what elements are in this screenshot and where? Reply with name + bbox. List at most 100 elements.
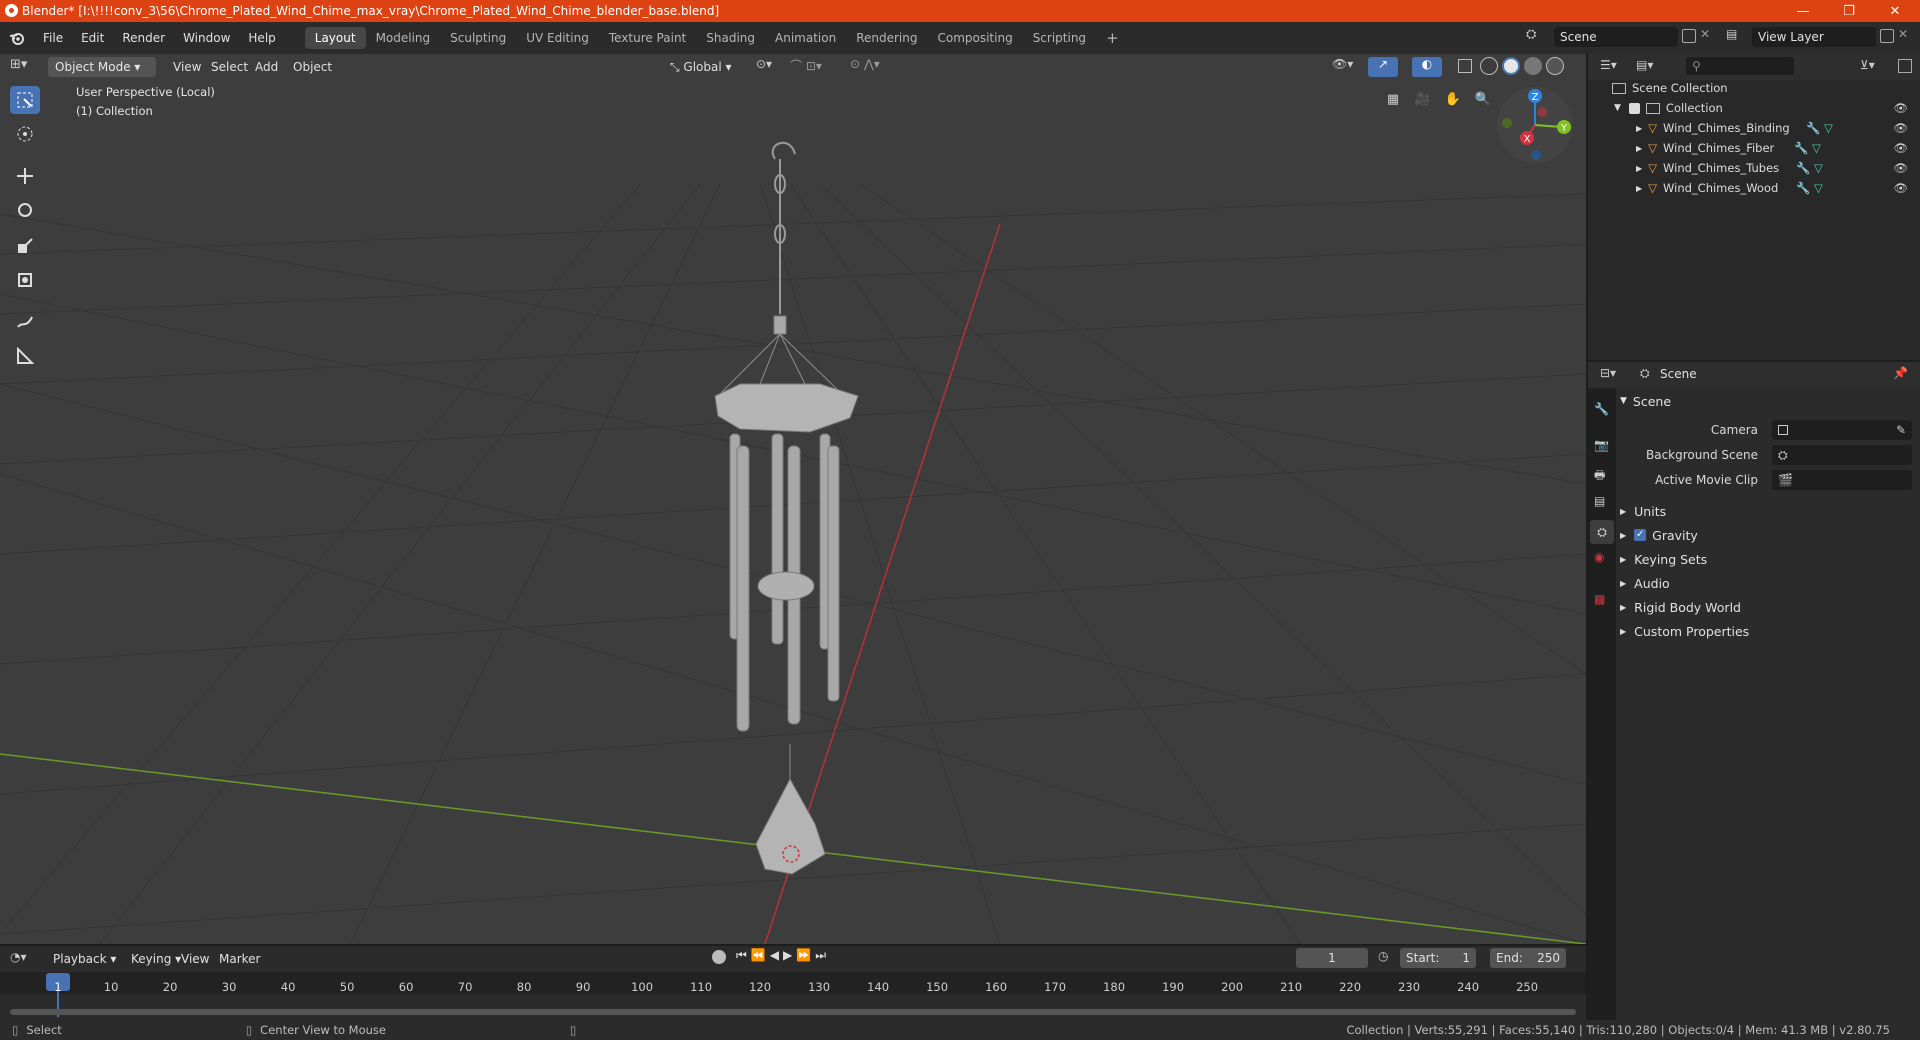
tab-compositing[interactable]: Compositing [927, 27, 1022, 49]
custom-properties-panel-header[interactable]: ▶ Custom Properties [1620, 620, 1916, 642]
modifier-icon[interactable]: 🔧 [1794, 141, 1808, 155]
tab-rendering[interactable]: Rendering [846, 27, 927, 49]
rigid-body-world-panel-header[interactable]: ▶ Rigid Body World [1620, 596, 1916, 618]
units-panel-header[interactable]: ▶ Units [1620, 500, 1916, 522]
outliner-scene-collection[interactable]: Scene Collection [1588, 78, 1920, 98]
cursor-tool-icon[interactable] [10, 120, 40, 148]
properties-editor-type-icon[interactable]: ⊟▾ [1600, 366, 1616, 380]
jump-keyframe-forward-icon[interactable]: ⏩ [796, 948, 815, 962]
toggle-grid-icon[interactable]: ▦ [1382, 88, 1404, 110]
rotate-tool-icon[interactable] [10, 196, 40, 224]
navigation-gizmo[interactable]: Z Y X [1492, 82, 1576, 168]
move-tool-icon[interactable] [10, 162, 40, 190]
pin-icon[interactable]: 📌 [1893, 366, 1908, 380]
zoom-view-icon[interactable]: 🔍 [1472, 88, 1494, 110]
outliner-collection[interactable]: ▼ Collection 👁 [1588, 98, 1920, 118]
transform-orientation-selector[interactable]: ⤡ Global ▾ [670, 57, 746, 77]
collection-visibility-icon[interactable]: 👁 [1893, 101, 1908, 115]
view-layer-tab-icon[interactable]: ▤ [1594, 494, 1605, 508]
gizmo-toggle-icon[interactable]: ↗ [1368, 57, 1398, 77]
camera-field[interactable]: ✎ [1772, 420, 1912, 440]
xray-toggle-icon[interactable] [1458, 59, 1472, 73]
tab-shading[interactable]: Shading [696, 27, 765, 49]
menu-render[interactable]: Render [113, 27, 174, 49]
timeline-editor-type-icon[interactable]: ◔▾ [10, 950, 27, 964]
editor-type-icon[interactable]: ⊞▾ [10, 57, 40, 77]
mesh-data-icon[interactable]: ▽ [1814, 181, 1823, 195]
scene-panel-header[interactable]: ▼ Scene [1620, 390, 1916, 412]
tab-texture-paint[interactable]: Texture Paint [599, 27, 696, 49]
delete-scene-icon[interactable]: ✕ [1700, 27, 1710, 41]
background-scene-field[interactable]: ⛭ [1772, 445, 1912, 465]
outliner-editor-type-icon[interactable]: ☰▾ [1600, 58, 1617, 72]
jump-start-icon[interactable]: ⏮ [736, 948, 751, 962]
tab-animation[interactable]: Animation [765, 27, 846, 49]
expand-arrow-icon[interactable]: ▶ [1636, 124, 1642, 133]
gravity-checkbox[interactable]: ✓ [1634, 529, 1647, 541]
tab-modeling[interactable]: Modeling [366, 27, 441, 49]
tab-layout[interactable]: Layout [304, 27, 366, 49]
wireframe-shading-icon[interactable] [1480, 57, 1498, 75]
expand-arrow-icon[interactable]: ▶ [1636, 144, 1642, 153]
jump-end-icon[interactable]: ⏭ [815, 948, 830, 962]
texture-tab-icon[interactable]: ▩ [1594, 592, 1605, 606]
clock-icon[interactable]: ◷ [1378, 949, 1388, 963]
start-frame-field[interactable]: Start: 1 [1400, 948, 1476, 968]
material-shading-icon[interactable] [1524, 57, 1542, 75]
tab-uv-editing[interactable]: UV Editing [516, 27, 599, 49]
viewport-menu-object[interactable]: Object [284, 56, 341, 78]
display-mode-icon[interactable]: ▤▾ [1636, 58, 1653, 72]
3d-viewport[interactable] [0, 54, 1586, 944]
jump-keyframe-back-icon[interactable]: ⏪ [751, 948, 770, 962]
new-collection-icon[interactable] [1898, 59, 1912, 73]
modifier-icon[interactable]: 🔧 [1796, 181, 1810, 195]
eyedropper-icon[interactable]: ✎ [1896, 420, 1906, 440]
viewport-menu-add[interactable]: Add [246, 56, 287, 78]
collapse-arrow-icon[interactable]: ▼ [1614, 103, 1621, 113]
mesh-data-icon[interactable]: ▽ [1814, 161, 1823, 175]
mode-selector[interactable]: Object Mode ▾ [48, 57, 156, 77]
transform-tool-icon[interactable] [10, 266, 40, 294]
overlays-toggle-icon[interactable]: ◐ [1412, 57, 1442, 77]
snap-icon[interactable]: ⌒ ⊡▾ [790, 57, 846, 74]
visibility-icon[interactable]: 👁 [1893, 141, 1908, 155]
timeline-menu-marker[interactable]: Marker [210, 948, 269, 970]
play-icon[interactable]: ▶ [783, 948, 796, 962]
scene-selector[interactable]: Scene [1554, 27, 1678, 47]
gravity-panel-header[interactable]: ▶ ✓ Gravity [1620, 524, 1916, 546]
minimize-button[interactable]: — [1780, 0, 1826, 22]
outliner-item[interactable]: ▶ ▽ Wind_Chimes_Tubes 🔧 ▽ 👁 [1588, 158, 1920, 178]
expand-arrow-icon[interactable]: ▶ [1636, 184, 1642, 193]
menu-edit[interactable]: Edit [72, 27, 113, 49]
delete-view-layer-icon[interactable]: ✕ [1898, 27, 1908, 41]
render-tab-icon[interactable]: 📷 [1594, 438, 1609, 452]
play-reverse-icon[interactable]: ◀ [770, 948, 783, 962]
modifier-icon[interactable]: 🔧 [1806, 121, 1820, 135]
menu-window[interactable]: Window [174, 27, 239, 49]
filter-icon[interactable]: ⊻▾ [1860, 58, 1875, 72]
tab-scripting[interactable]: Scripting [1023, 27, 1096, 49]
expand-arrow-icon[interactable]: ▶ [1636, 164, 1642, 173]
world-tab-icon[interactable]: ◉ [1594, 550, 1604, 564]
mesh-data-icon[interactable]: ▽ [1812, 141, 1821, 155]
tool-tab-icon[interactable]: 🔧 [1594, 402, 1609, 416]
rendered-shading-icon[interactable] [1546, 57, 1564, 75]
add-workspace-button[interactable]: + [1096, 27, 1129, 49]
timeline-scrollbar[interactable] [10, 1009, 1576, 1015]
close-button[interactable]: ✕ [1872, 0, 1918, 22]
visibility-icon[interactable]: 👁▾ [1332, 57, 1360, 71]
tab-sculpting[interactable]: Sculpting [440, 27, 516, 49]
timeline-menu-playback[interactable]: Playback ▾ [44, 948, 125, 970]
current-frame-field[interactable]: 1 [1296, 948, 1368, 968]
pivot-point-icon[interactable]: ⊙▾ [756, 57, 786, 71]
menu-help[interactable]: Help [239, 27, 284, 49]
scene-tab-icon[interactable]: ⛭ [1590, 520, 1614, 544]
menu-file[interactable]: File [34, 27, 72, 49]
end-frame-field[interactable]: End: 250 [1490, 948, 1566, 968]
outliner-item[interactable]: ▶ ▽ Wind_Chimes_Binding 🔧 ▽ 👁 [1588, 118, 1920, 138]
measure-tool-icon[interactable] [10, 342, 40, 370]
outliner-item[interactable]: ▶ ▽ Wind_Chimes_Wood 🔧 ▽ 👁 [1588, 178, 1920, 198]
keying-sets-panel-header[interactable]: ▶ Keying Sets [1620, 548, 1916, 570]
proportional-editing-icon[interactable]: ⊙ ⋀▾ [850, 57, 896, 71]
blender-menu-icon[interactable] [0, 27, 34, 49]
